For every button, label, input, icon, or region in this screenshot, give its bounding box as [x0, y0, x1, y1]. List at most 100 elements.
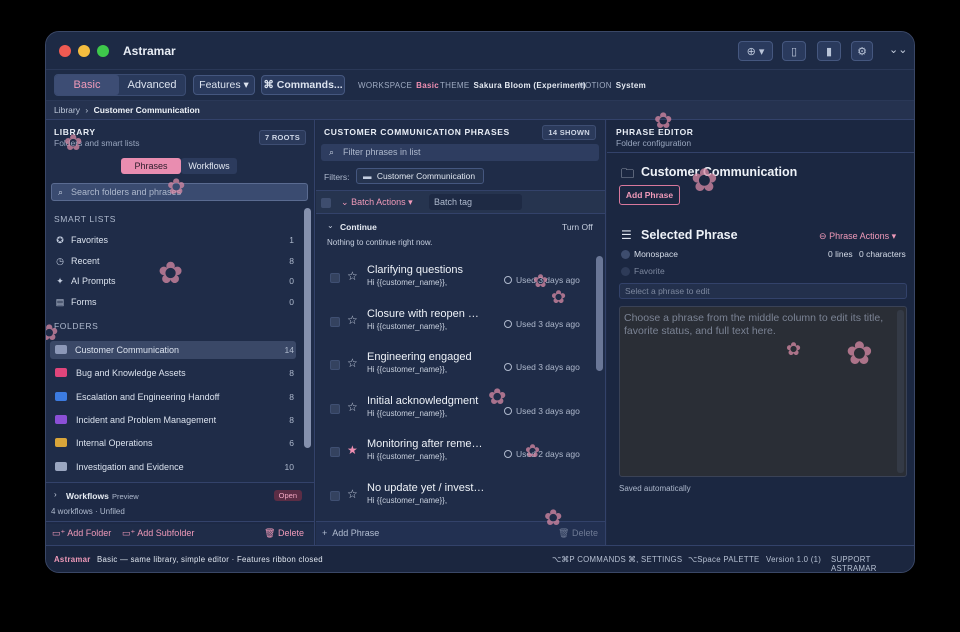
- phrase-card[interactable]: ☆ Clarifying questions Hi {{customer_name}…: [316, 254, 591, 297]
- chevron-right-icon[interactable]: ›: [54, 490, 57, 499]
- workflows-label[interactable]: Workflows: [66, 491, 109, 501]
- tab-workflows[interactable]: Workflows: [181, 158, 237, 174]
- toggle-sidebar-button[interactable]: ▯: [782, 41, 806, 61]
- library-search-input[interactable]: Search folders and phrases: [71, 187, 181, 197]
- phrase-title: Initial acknowledgment: [367, 394, 479, 407]
- phrase-filter-input[interactable]: Filter phrases in list: [343, 147, 421, 157]
- breadcrumb-root[interactable]: Library: [54, 105, 80, 115]
- folder-item[interactable]: Escalation and Engineering Handoff 8: [46, 388, 314, 406]
- phrase-card[interactable]: ☆ No update yet / investigation continuin…: [316, 472, 591, 515]
- workflows-open-button[interactable]: Open: [273, 490, 302, 501]
- folder-item[interactable]: Bug and Knowledge Assets 8: [46, 364, 314, 382]
- folder-count: 8: [289, 414, 294, 425]
- settings-shortcut[interactable]: ⌘, SETTINGS: [628, 555, 682, 564]
- features-ribbon: Basic Advanced Features ▾ ⌘ Commands... …: [46, 70, 914, 101]
- folder-label: Bug and Knowledge Assets: [76, 368, 186, 379]
- add-folder-button[interactable]: ▭⁺ Add Folder: [52, 528, 111, 539]
- folder-item[interactable]: Incident and Problem Management 8: [46, 411, 314, 429]
- smart-list-item[interactable]: ▤ Forms 0: [46, 293, 314, 311]
- tab-phrases[interactable]: Phrases: [121, 158, 181, 174]
- plus-icon: +: [322, 528, 328, 538]
- add-subfolder-button[interactable]: ▭⁺ Add Subfolder: [122, 528, 194, 539]
- library-scrollbar[interactable]: [304, 208, 311, 448]
- phrase-snippet: Hi {{customer_name}},: [367, 365, 448, 375]
- folder-count: 14: [284, 345, 294, 355]
- add-phrase-footer-button[interactable]: + Add Phrase: [322, 528, 379, 538]
- phrase-checkbox[interactable]: [330, 316, 340, 327]
- folder-item[interactable]: Customer Communication 14: [50, 341, 296, 359]
- phrase-checkbox[interactable]: [330, 447, 340, 458]
- smart-list-label: AI Prompts: [71, 276, 116, 286]
- phrase-filter-field[interactable]: ⌕ Filter phrases in list: [321, 144, 599, 161]
- phrase-actions-button[interactable]: ⊖ Phrase Actions ▾: [819, 231, 896, 242]
- chevron-down-icon: ⌄: [341, 197, 349, 207]
- palette-shortcut[interactable]: ⌥Space PALETTE: [688, 555, 760, 564]
- star-icon[interactable]: ☆: [347, 269, 358, 283]
- star-icon[interactable]: ☆: [347, 313, 358, 327]
- phrase-card[interactable]: ★ Monitoring after remediationHi {{custom…: [316, 428, 591, 471]
- delete-phrase-button[interactable]: 🗑︎ Delete: [558, 528, 598, 539]
- add-subfolder-label: Add Subfolder: [137, 528, 195, 538]
- workspace-value: Basic: [416, 81, 439, 90]
- workflows-section: › Workflows Preview Open 4 workflows · U…: [46, 482, 314, 524]
- select-all-checkbox[interactable]: [321, 198, 331, 208]
- phrase-list-scrollbar[interactable]: [596, 256, 603, 371]
- smart-list-item[interactable]: ✪ Favorites 1: [46, 231, 314, 249]
- phrase-checkbox[interactable]: [330, 273, 340, 283]
- add-menu-button[interactable]: ⊕ ▾: [738, 41, 773, 61]
- smart-list-item[interactable]: ◷ Recent 8: [46, 252, 314, 270]
- chevron-down-icon[interactable]: ⌄⌄: [889, 43, 907, 56]
- phrase-title: Clarifying questions: [367, 264, 463, 276]
- commands-shortcut[interactable]: ⌥⌘P COMMANDS: [552, 555, 626, 564]
- mode-basic-button[interactable]: Basic: [55, 75, 119, 95]
- star-icon[interactable]: ☆: [347, 356, 358, 370]
- monospace-toggle[interactable]: [621, 250, 630, 259]
- favorite-toggle[interactable]: [621, 267, 630, 276]
- add-phrase-button[interactable]: Add Phrase: [619, 185, 680, 205]
- phrase-card[interactable]: ☆ Initial acknowledgment Hi {{customer_nam…: [316, 385, 591, 428]
- support-link[interactable]: SUPPORT ASTRAMAR: [831, 555, 914, 572]
- settings-button[interactable]: ⚙: [851, 41, 873, 61]
- breadcrumb-current: Customer Communication: [93, 105, 200, 115]
- delete-folder-label: Delete: [277, 528, 304, 538]
- toggle-inspector-button[interactable]: ▮: [817, 41, 841, 61]
- status-description: Basic — same library, simple editor · Fe…: [97, 555, 323, 564]
- phrase-card[interactable]: ☆ Closure with reopen guidanceHi {{custom…: [316, 298, 591, 341]
- zoom-window-button[interactable]: [97, 45, 109, 57]
- close-window-button[interactable]: [59, 45, 71, 57]
- smart-list-label: Forms: [71, 296, 97, 307]
- commands-button[interactable]: ⌘ Commands...: [261, 75, 345, 95]
- phrase-checkbox[interactable]: [330, 491, 340, 501]
- phrase-checkbox[interactable]: [330, 360, 340, 371]
- star-icon[interactable]: ☆: [347, 400, 358, 414]
- phrase-body-textarea[interactable]: Choose a phrase from the middle column t…: [619, 306, 907, 477]
- features-button[interactable]: Features ▾: [193, 75, 255, 95]
- library-subtitle: Folders and smart lists: [54, 138, 140, 148]
- chevron-down-icon[interactable]: ⌄: [327, 221, 334, 230]
- turn-off-button[interactable]: Turn Off: [562, 222, 593, 232]
- theme-meta: THEME Sakura Bloom (Experiment): [440, 81, 586, 90]
- theme-value: Sakura Bloom (Experiment): [473, 81, 586, 90]
- batch-tag-input[interactable]: Batch tag: [429, 194, 522, 210]
- library-search-field[interactable]: ⌕ Search folders and phrases: [51, 183, 308, 201]
- minimize-window-button[interactable]: [78, 45, 90, 57]
- delete-folder-button[interactable]: 🗑︎ Delete: [264, 528, 304, 539]
- star-icon[interactable]: ☆: [347, 487, 358, 501]
- folder-item[interactable]: Investigation and Evidence 10: [46, 458, 314, 476]
- phrase-last-used-text: Used 3 days ago: [516, 405, 580, 416]
- textarea-scrollbar[interactable]: [897, 310, 904, 473]
- star-filled-icon[interactable]: ★: [347, 443, 358, 457]
- smart-list-count: 0: [289, 276, 294, 286]
- phrase-card[interactable]: ☆ Engineering engaged Hi {{customer_name}}…: [316, 341, 591, 384]
- plus-circle-icon: ⊕ ▾: [746, 45, 765, 58]
- filter-chip[interactable]: ▬ Customer Communication: [356, 168, 484, 184]
- batch-actions-button[interactable]: ⌄ Batch Actions ▾: [341, 197, 413, 208]
- phrase-checkbox[interactable]: [330, 403, 340, 414]
- mode-advanced-button[interactable]: Advanced: [119, 75, 185, 95]
- search-icon: ⌕: [58, 187, 64, 197]
- smart-list-item[interactable]: ✦ AI Prompts 0: [46, 272, 314, 290]
- workflows-preview-tag: Preview: [112, 492, 139, 501]
- gear-icon: ⚙: [857, 45, 867, 58]
- folder-item[interactable]: Internal Operations 6: [46, 434, 314, 452]
- phrase-title-input[interactable]: Select a phrase to edit: [619, 283, 907, 299]
